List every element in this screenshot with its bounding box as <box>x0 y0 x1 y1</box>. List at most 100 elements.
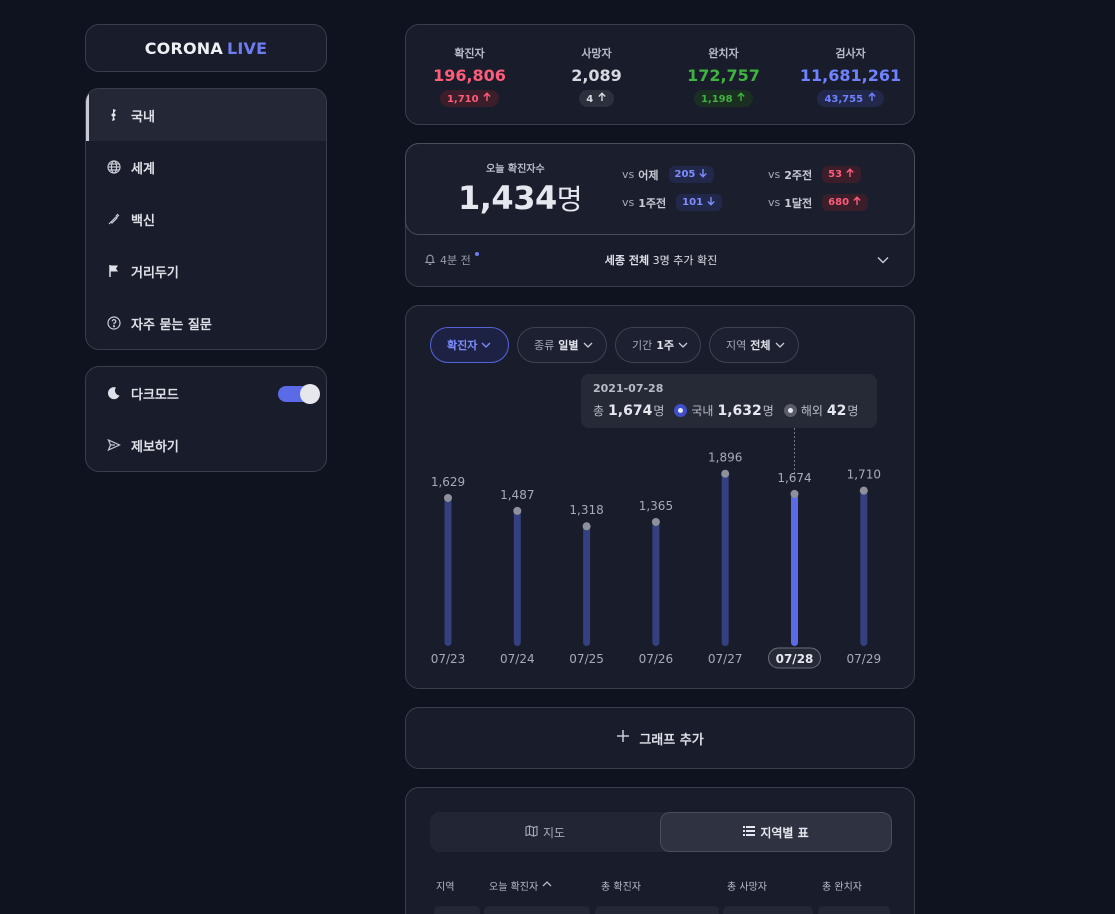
compare-value: 680 <box>828 197 850 208</box>
bar-chart: 1,629 07/23 1,487 07/24 1,318 07/25 1,365 07/26… <box>431 428 881 669</box>
x-tick-label: 07/24 <box>500 652 535 666</box>
sidebar-item-faq[interactable]: 자주 묻는 질문 <box>86 297 326 349</box>
tooltip-values: 총 1,674 명 국내 1,632 명 해외 42 명 <box>593 402 858 419</box>
data-label: 1,896 <box>708 451 742 465</box>
sidebar-item-label: 세계 <box>131 161 155 177</box>
column-header-region[interactable]: 지역 <box>436 878 454 893</box>
dark-mode-item[interactable]: 다크모드 <box>86 367 326 419</box>
column-header-today[interactable]: 오늘 확진자 <box>489 878 552 893</box>
data-label: 1,487 <box>500 488 534 502</box>
column-header-total-confirmed[interactable]: 총 확진자 <box>601 878 641 893</box>
stat-value: 11,681,261 <box>799 66 902 85</box>
chart-point <box>859 486 868 495</box>
column-header-total-recovered[interactable]: 총 완치자 <box>822 878 862 893</box>
compare-label: 2주전 <box>784 168 813 182</box>
tooltip-date: 2021-07-28 <box>593 382 664 395</box>
x-tick-label: 07/27 <box>708 652 743 666</box>
tab-region-table[interactable]: 지역별 표 <box>660 812 892 852</box>
globe-icon <box>106 159 122 175</box>
chevron-down-icon[interactable] <box>876 252 890 271</box>
today-panel: 오늘 확진자수 1,434명 vs 어제 205 vs 2주전 53 vs 1주전 101 vs 1… <box>405 143 915 287</box>
dark-mode-label: 다크모드 <box>131 387 179 403</box>
today-value: 1,434명 <box>458 178 582 218</box>
view-switch: 지도 지역별 표 <box>430 812 892 852</box>
notice-message[interactable]: 세종 전체 3명 추가 확진 <box>406 252 916 268</box>
table-cell <box>723 906 813 914</box>
compare-prefix: vs <box>768 196 781 209</box>
x-tick-label: 07/26 <box>639 652 674 666</box>
moon-icon <box>106 385 122 401</box>
sidebar-item-label: 국내 <box>131 109 155 125</box>
chart-tooltip: 2021-07-28 총 1,674 명 국내 1,632 명 해외 42 명 <box>581 374 877 428</box>
chart-panel: 확진자 종류 일별 기간 1주 지역 전체 1,629 07/23 1,487 07/24 1,31… <box>405 305 915 689</box>
compare-value: 205 <box>674 169 696 180</box>
data-label: 1,365 <box>639 499 673 513</box>
compare-value: 101 <box>682 197 704 208</box>
column-header-total-deaths[interactable]: 총 사망자 <box>727 878 767 893</box>
arrow-up-icon <box>867 92 877 105</box>
sidebar-item-vaccine[interactable]: 백신 <box>86 193 326 245</box>
logo[interactable]: CORONA LIVE <box>145 39 268 58</box>
sidebar-settings: 다크모드 제보하기 <box>85 366 327 472</box>
send-icon <box>106 437 122 453</box>
compare-label: 1주전 <box>638 196 667 210</box>
compare-item: vs 어제 205 <box>622 166 715 183</box>
tab-map-label: 지도 <box>542 825 566 840</box>
arrow-up-icon <box>845 168 855 181</box>
stat-delta-value: 43,755 <box>824 94 864 105</box>
chart-bar[interactable] <box>652 521 660 646</box>
tooltip-overseas-value: 42 <box>826 402 847 419</box>
stat-label: 완치자 <box>708 47 739 60</box>
summary-stats: 확진자 196,806 1,710 사망자 2,089 4 완치자 172,757 1,19… <box>405 24 915 125</box>
logo-text: CORONA <box>144 38 223 58</box>
add-graph-button[interactable]: 그래프 추가 <box>405 707 915 769</box>
arrow-up-icon <box>597 92 607 105</box>
stat-delta-value: 4 <box>586 94 594 105</box>
compare-badge: 205 <box>668 166 715 183</box>
chart-bar[interactable] <box>721 473 729 646</box>
chart-bar[interactable] <box>583 526 591 646</box>
sidebar-item-distancing[interactable]: 거리두기 <box>86 245 326 297</box>
chart-point <box>513 506 522 515</box>
tooltip-unit: 명 <box>762 404 774 418</box>
plus-icon <box>616 729 630 747</box>
chart-bar[interactable] <box>860 490 868 646</box>
logo-accent-text: LIVE <box>226 38 268 58</box>
chart-bar[interactable] <box>791 493 798 646</box>
compare-label: 1달전 <box>784 196 813 210</box>
table-cell <box>434 906 480 914</box>
chart-point <box>721 469 730 478</box>
stat-value: 196,806 <box>433 66 506 85</box>
sidebar-item-domestic[interactable]: 국내 <box>86 89 326 141</box>
arrow-up-icon <box>852 196 862 209</box>
data-label: 1,629 <box>431 475 465 489</box>
sidebar-item-world[interactable]: 세계 <box>86 141 326 193</box>
today-number: 1,434 <box>458 179 557 217</box>
chart-bar[interactable] <box>444 497 452 646</box>
compare-value: 53 <box>828 169 843 180</box>
today-unit: 명 <box>556 183 583 216</box>
dark-mode-toggle[interactable] <box>278 384 320 404</box>
report-item[interactable]: 제보하기 <box>86 419 326 471</box>
report-label: 제보하기 <box>131 439 179 455</box>
domestic-dot-icon <box>674 404 688 417</box>
tooltip-total-value: 1,674 <box>608 402 653 419</box>
region-table-panel: 지도 지역별 표 지역 오늘 확진자 총 확진자 총 사망자 총 완치자 <box>405 787 915 914</box>
tooltip-unit: 명 <box>653 404 665 418</box>
compare-prefix: vs <box>622 168 635 181</box>
chart-point <box>582 522 591 531</box>
tooltip-domestic-label: 국내 <box>691 404 714 418</box>
stat-value: 172,757 <box>687 66 760 85</box>
compare-badge: 101 <box>676 194 723 211</box>
arrow-down-icon <box>706 196 716 209</box>
data-label: 1,674 <box>777 471 811 485</box>
tooltip-total-label: 총 <box>593 404 605 418</box>
table-cell <box>595 906 719 914</box>
tab-map[interactable]: 지도 <box>430 812 660 852</box>
logo-card[interactable]: CORONA LIVE <box>85 24 327 72</box>
header-label: 총 사망자 <box>727 882 767 893</box>
compare-prefix: vs <box>622 196 635 209</box>
chart-bar[interactable] <box>513 510 521 646</box>
compare-prefix: vs <box>768 168 781 181</box>
chart-point <box>790 489 799 498</box>
